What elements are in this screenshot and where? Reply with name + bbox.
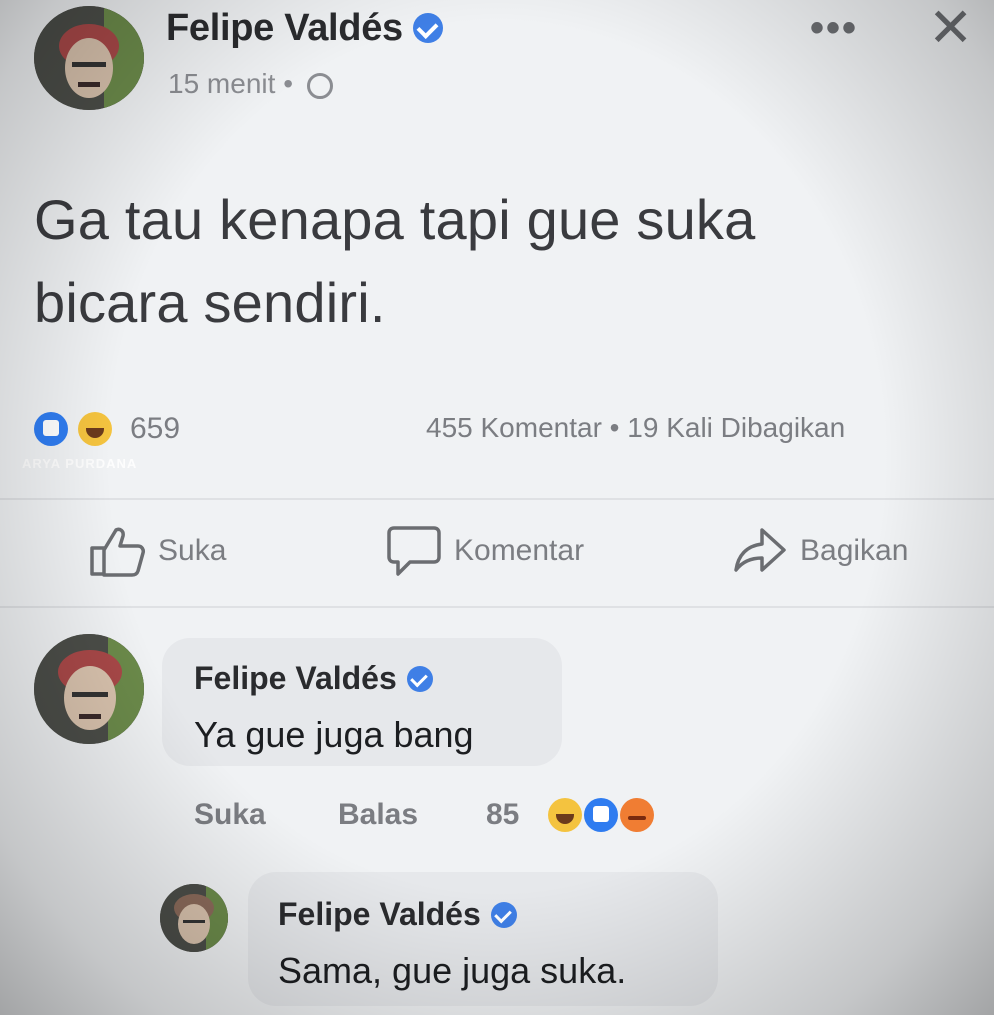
- like-button[interactable]: Suka: [88, 524, 226, 578]
- post-reactions[interactable]: 659: [34, 408, 194, 452]
- globe-icon: [306, 72, 333, 99]
- author-avatar[interactable]: [34, 6, 144, 110]
- shares-count[interactable]: 19 Kali Dibagikan: [627, 412, 845, 443]
- like-reaction-icon: [34, 412, 68, 446]
- comment-icon: [387, 526, 441, 576]
- comment-label: Komentar: [454, 534, 585, 567]
- post-text-line-2: bicara sendiri.: [34, 271, 386, 334]
- comment-text: Ya gue juga bang: [194, 714, 474, 755]
- reaction-count: 659: [130, 412, 181, 445]
- comment-button[interactable]: Komentar: [386, 524, 584, 578]
- reply-avatar[interactable]: [160, 884, 228, 952]
- haha-reaction-icon: [78, 412, 112, 446]
- comment-reaction-count: 85: [486, 798, 520, 831]
- photo-vignette: [0, 0, 994, 1015]
- reply-bubble: Felipe Valdés Sama, gue juga suka.: [248, 872, 718, 1006]
- post-time[interactable]: 15 menit: [168, 68, 275, 99]
- comment-avatar[interactable]: [34, 634, 144, 744]
- post-text: Ga tau kenapa tapi gue suka bicara sendi…: [34, 178, 755, 344]
- verified-badge-icon: [490, 901, 517, 928]
- comment-author-row: Felipe Valdés: [194, 660, 433, 697]
- divider-bottom: [0, 606, 994, 608]
- comments-count[interactable]: 455 Komentar: [426, 412, 602, 443]
- comment-reactions[interactable]: 85: [486, 792, 686, 836]
- comment-reply-button[interactable]: Balas: [338, 798, 418, 832]
- close-icon[interactable]: ✕: [928, 0, 973, 59]
- comment-bubble: Felipe Valdés Ya gue juga bang: [162, 638, 562, 766]
- share-button[interactable]: Bagikan: [732, 526, 908, 576]
- post-author-name[interactable]: Felipe Valdés: [166, 7, 403, 50]
- angry-reaction-icon: [620, 798, 654, 832]
- like-reaction-icon: [584, 798, 618, 832]
- reply-author-row: Felipe Valdés: [278, 896, 517, 933]
- verified-badge-icon: [412, 13, 443, 43]
- reply-text: Sama, gue juga suka.: [278, 950, 627, 991]
- like-icon: [90, 527, 145, 577]
- post-stats: 455 Komentar • 19 Kali Dibagikan: [426, 412, 845, 444]
- comment-like-button[interactable]: Suka: [194, 798, 266, 832]
- haha-reaction-icon: [548, 798, 582, 832]
- divider-top: [0, 498, 994, 500]
- reply-author-name[interactable]: Felipe Valdés: [278, 896, 481, 933]
- share-icon: [734, 528, 786, 572]
- stats-separator: •: [609, 412, 620, 443]
- post-author-row: Felipe Valdés: [166, 0, 443, 56]
- comment-author-name[interactable]: Felipe Valdés: [194, 660, 397, 697]
- share-label: Bagikan: [800, 534, 909, 567]
- verified-badge-icon: [406, 665, 433, 692]
- watermark: ARYA PURDANA: [22, 456, 138, 471]
- post-meta: 15 menit •: [168, 68, 333, 100]
- like-label: Suka: [158, 534, 227, 567]
- post-text-line-1: Ga tau kenapa tapi gue suka: [34, 188, 756, 251]
- more-icon[interactable]: •••: [810, 6, 858, 51]
- meta-separator: •: [283, 68, 293, 99]
